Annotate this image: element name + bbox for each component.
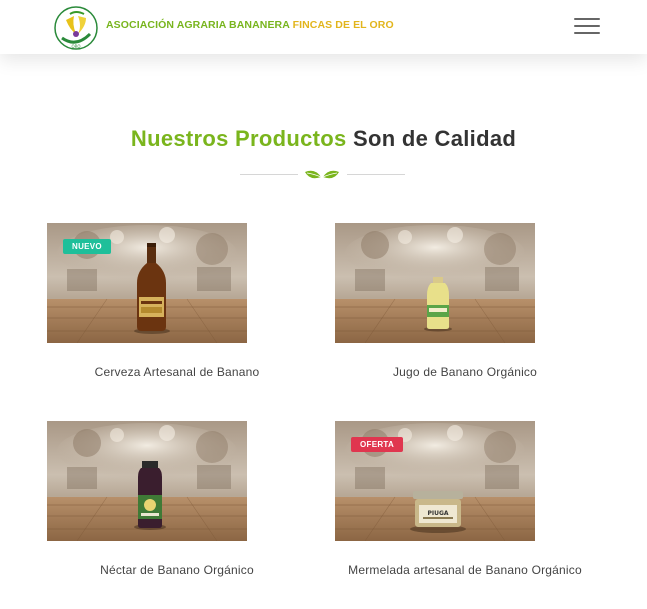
product-card-jugo[interactable]: Jugo de Banano Orgánico (335, 223, 595, 388)
product-card-cerveza[interactable]: NUEVO Cerveza Artesanal de Banano (47, 223, 307, 388)
leaf-icon (305, 170, 339, 179)
svg-text:PIUGA: PIUGA (427, 510, 448, 517)
brand-name-part1: ASOCIACIÓN AGRARIA BANANERA (106, 19, 290, 31)
product-image[interactable]: NUEVO (47, 223, 247, 343)
section-title: Nuestros Productos Son de Calidad (0, 126, 647, 152)
divider-line-left (240, 174, 298, 175)
product-name[interactable]: Néctar de Banano Orgánico (47, 563, 307, 577)
product-card-nectar[interactable]: Néctar de Banano Orgánico (47, 421, 307, 586)
hamburger-menu-icon[interactable] (574, 18, 600, 36)
divider-line-right (347, 174, 405, 175)
section-title-rest: Son de Calidad (352, 126, 517, 151)
site-header: ORO ASOCIACIÓN AGRARIA BANANERA FINCAS D… (0, 0, 647, 54)
product-card-mermelada[interactable]: PIUGA OFERTA Mermelada artesanal de Bana… (335, 421, 595, 586)
svg-text:ORO: ORO (71, 44, 80, 49)
product-image[interactable] (335, 223, 535, 343)
association-logo[interactable]: ORO (52, 4, 100, 52)
product-name[interactable]: Jugo de Banano Orgánico (335, 365, 595, 379)
brand-name-part2: FINCAS DE EL ORO (292, 19, 394, 31)
product-image[interactable]: PIUGA OFERTA (335, 421, 535, 541)
product-name[interactable]: Cerveza Artesanal de Banano (47, 365, 307, 379)
title-divider (240, 165, 405, 185)
badge-new: NUEVO (63, 239, 111, 254)
section-title-highlight: Nuestros Productos (130, 126, 347, 151)
badge-offer: OFERTA (351, 437, 404, 452)
product-image[interactable] (47, 421, 247, 541)
brand-name[interactable]: ASOCIACIÓN AGRARIA BANANERA FINCAS DE EL… (106, 19, 394, 31)
product-name[interactable]: Mermelada artesanal de Banano Orgánico (335, 563, 595, 577)
